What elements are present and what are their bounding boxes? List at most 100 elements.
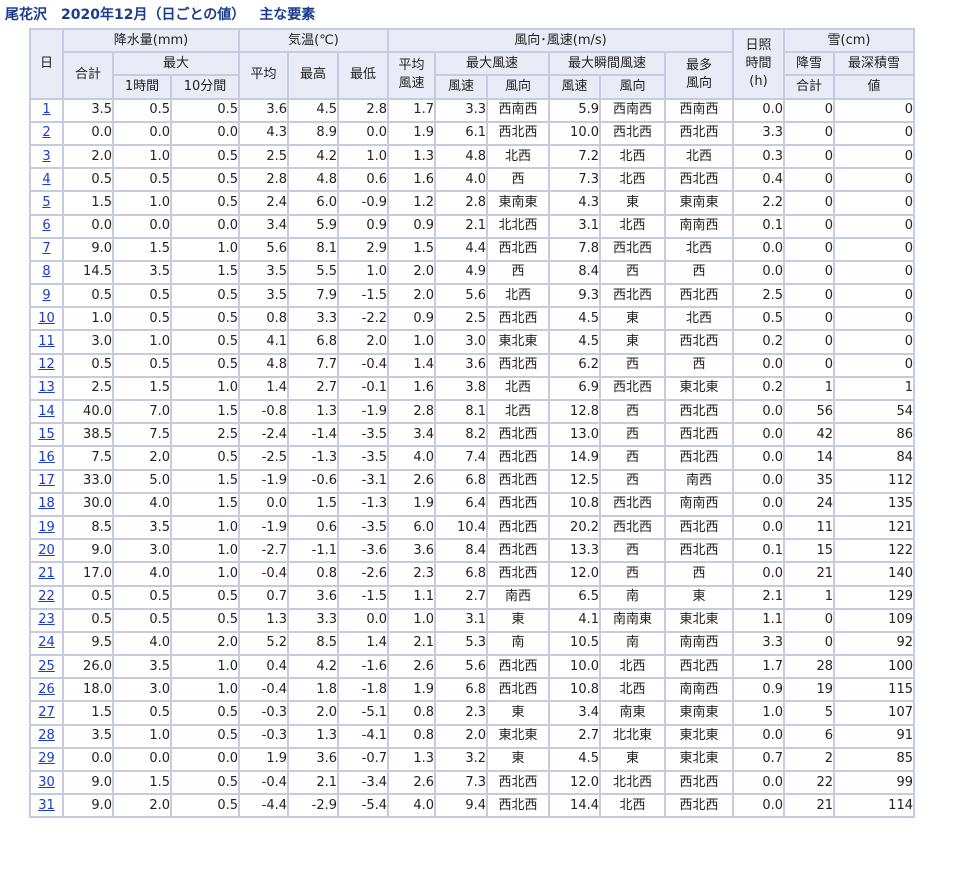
day-link[interactable]: 19: [38, 520, 55, 535]
day-link[interactable]: 26: [38, 682, 55, 697]
day-link[interactable]: 8: [42, 264, 50, 279]
day-link[interactable]: 24: [38, 635, 55, 650]
table-row: 1 3.5 0.5 0.5 3.6 4.5 2.8 1.7 3.3 西南西 5.9 西南西 西南西 0.0…: [29, 97, 915, 123]
cell-wind-max-speed: 2.5: [434, 306, 488, 332]
table-row: 3 2.0 1.0 0.5 2.5 4.2 1.0 1.3 4.8 北西 7.2 北西 北西 0.3 0 0: [29, 143, 915, 170]
cell-sunshine: 2.5: [732, 283, 785, 309]
cell-wind-gust-speed: 13.3: [548, 538, 601, 564]
table-row: 29 0.0 0.0 0.0 1.9 3.6 -0.7 1.3 3.2 東 4.5 東東北東 0.7 2 8…: [29, 746, 915, 773]
cell-temp-avg: 5.2: [238, 630, 289, 657]
cell-precip-1h: 0.0: [112, 120, 172, 146]
cell-precip-1h: 0.0: [112, 213, 172, 239]
table-row: 11 3.0 1.0 0.5 4.1 6.8 2.0 1.0 3.0 東北東 4.5 東西北西 0.2 0…: [29, 329, 915, 355]
cell-wind-max-speed: 5.3: [434, 630, 488, 657]
day-link[interactable]: 31: [38, 798, 55, 813]
day-link[interactable]: 18: [38, 496, 55, 511]
cell-snowfall: 6: [783, 723, 835, 749]
table-row: 23 0.5 0.5 0.5 1.3 3.3 0.0 1.0 3.1 東 4.1 南南東 東北東 1.1 0…: [29, 607, 915, 633]
day-link[interactable]: 16: [38, 450, 55, 465]
day-link[interactable]: 5: [42, 195, 50, 210]
cell-wind-max-dir: 西北西: [486, 445, 550, 471]
cell-precip-1h: 7.0: [112, 398, 172, 425]
cell-sunshine: 0.4: [732, 167, 785, 193]
table-row: 20 9.0 3.0 1.0 -2.7 -1.1 -3.6 3.6 8.4 西北西 13.3 西西北西…: [29, 538, 915, 564]
cell-wind-mostdir: 南西: [664, 468, 734, 494]
cell-day: 11: [29, 329, 64, 355]
cell-sunshine: 0.3: [732, 143, 785, 170]
day-link[interactable]: 10: [38, 311, 55, 326]
cell-day: 15: [29, 422, 64, 448]
cell-precip-10m: 0.5: [170, 190, 240, 216]
cell-precip-10m: 2.0: [170, 630, 240, 657]
day-link[interactable]: 3: [42, 149, 50, 164]
cell-temp-max: 6.8: [287, 329, 339, 355]
day-link[interactable]: 21: [38, 566, 55, 581]
header-sunshine: 日照 時間 (h): [732, 28, 785, 100]
cell-wind-avg: 6.0: [387, 514, 436, 541]
day-link[interactable]: 27: [38, 705, 55, 720]
cell-precip-1h: 1.5: [112, 375, 172, 402]
day-link[interactable]: 7: [42, 241, 50, 256]
cell-snowfall: 35: [783, 468, 835, 494]
cell-precip-10m: 0.5: [170, 793, 240, 819]
day-link[interactable]: 17: [38, 473, 55, 488]
cell-temp-avg: 2.4: [238, 190, 289, 216]
header-wind-max: 最大風速: [434, 51, 550, 77]
cell-wind-mostdir: 西北西: [664, 120, 734, 146]
day-link[interactable]: 30: [38, 775, 55, 790]
cell-wind-gust-speed: 4.1: [548, 607, 601, 633]
day-link[interactable]: 29: [38, 751, 55, 766]
cell-temp-avg: -4.4: [238, 793, 289, 819]
cell-snowdepth: 0: [833, 306, 915, 332]
day-link[interactable]: 11: [38, 334, 55, 349]
cell-wind-max-speed: 5.6: [434, 654, 488, 680]
day-link[interactable]: 13: [38, 380, 55, 395]
cell-day: 25: [29, 654, 64, 680]
day-link[interactable]: 1: [42, 102, 50, 117]
cell-day: 29: [29, 746, 64, 773]
day-link[interactable]: 15: [38, 427, 55, 442]
cell-precip-total: 0.5: [62, 584, 114, 610]
day-link[interactable]: 4: [42, 172, 50, 187]
day-link[interactable]: 23: [38, 612, 55, 627]
day-link[interactable]: 25: [38, 659, 55, 674]
cell-sunshine: 0.0: [732, 398, 785, 425]
day-link[interactable]: 2: [42, 125, 50, 140]
header-precip: 降水量(mm): [62, 27, 240, 54]
cell-wind-mostdir: 北西: [664, 236, 734, 262]
cell-wind-gust-speed: 14.9: [548, 445, 601, 471]
cell-wind-max-speed: 3.0: [434, 329, 488, 355]
cell-snowfall: 19: [783, 677, 835, 703]
table-row: 15 38.5 7.5 2.5 -2.4 -1.4 -3.5 3.4 8.2 西北西 13.0 西西北…: [29, 422, 915, 448]
cell-wind-max-dir: 北西: [486, 283, 550, 309]
cell-sunshine: 0.0: [732, 491, 785, 517]
cell-day: 4: [29, 167, 64, 193]
day-link[interactable]: 12: [38, 357, 55, 372]
day-link[interactable]: 20: [38, 543, 55, 558]
cell-snowdepth: 121: [833, 514, 915, 541]
day-link[interactable]: 22: [38, 589, 55, 604]
cell-sunshine: 1.0: [732, 700, 785, 726]
cell-precip-10m: 0.0: [170, 213, 240, 239]
cell-temp-min: 0.0: [337, 607, 389, 633]
cell-temp-min: -3.5: [337, 514, 389, 541]
day-link[interactable]: 9: [42, 288, 50, 303]
cell-temp-min: -0.1: [337, 375, 389, 402]
day-link[interactable]: 28: [38, 728, 55, 743]
cell-precip-10m: 0.5: [170, 607, 240, 633]
table-row: 19 8.5 3.5 1.0 -1.9 0.6 -3.5 6.0 10.4 西北西 20.2 西北西西…: [29, 514, 915, 541]
day-link[interactable]: 6: [42, 218, 50, 233]
cell-precip-1h: 4.0: [112, 561, 172, 587]
cell-wind-avg: 2.6: [387, 654, 436, 680]
cell-precip-10m: 1.0: [170, 561, 240, 587]
cell-temp-min: -0.7: [337, 746, 389, 773]
cell-snowdepth: 100: [833, 654, 915, 680]
cell-temp-max: 7.7: [287, 352, 339, 378]
cell-wind-max-speed: 3.2: [434, 746, 488, 773]
cell-precip-total: 1.5: [62, 190, 114, 216]
cell-temp-avg: 1.4: [238, 375, 289, 402]
cell-wind-gust-speed: 10.8: [548, 491, 601, 517]
cell-wind-max-speed: 2.8: [434, 190, 488, 216]
cell-wind-max-speed: 9.4: [434, 793, 488, 819]
day-link[interactable]: 14: [38, 404, 55, 419]
